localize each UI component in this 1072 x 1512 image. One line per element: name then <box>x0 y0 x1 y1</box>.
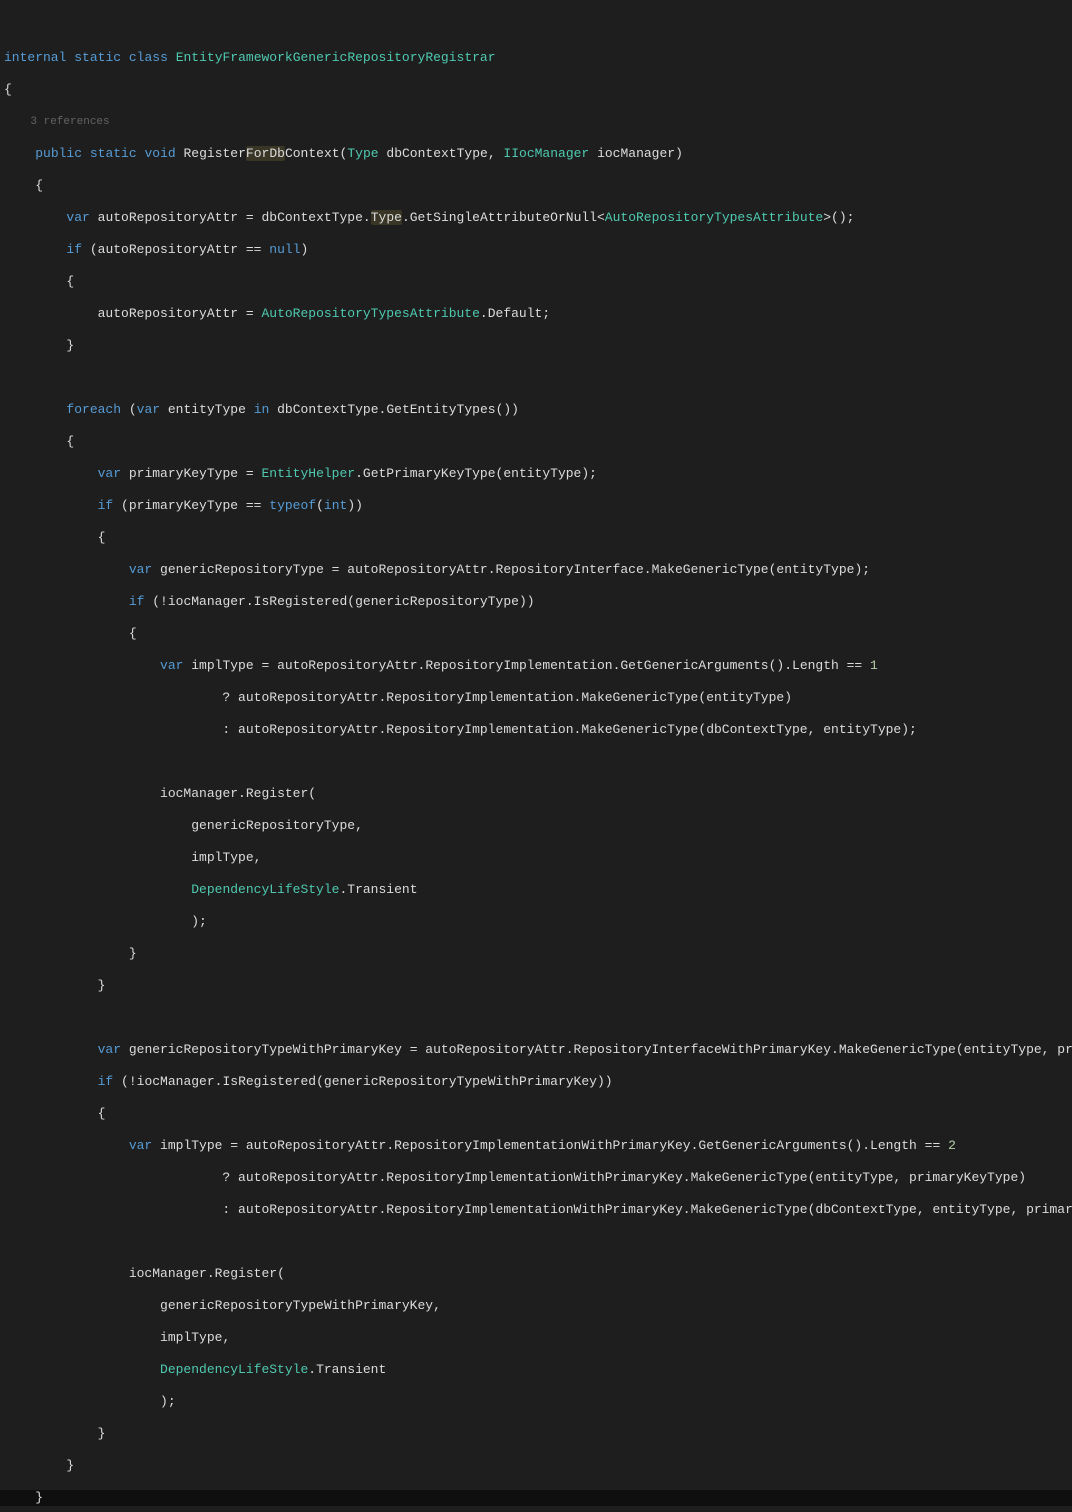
arg1: genericRepositoryType, <box>0 818 1072 834</box>
stmt-if-reg: if (!iocManager.IsRegistered(genericRepo… <box>0 594 1072 610</box>
stmt-tern4: : autoRepositoryAttr.RepositoryImplement… <box>0 1202 1072 1218</box>
brace: } <box>0 1458 1072 1474</box>
blank <box>0 1234 1072 1250</box>
blank <box>0 1010 1072 1026</box>
stmt-foreach: foreach (var entityType in dbContextType… <box>0 402 1072 418</box>
stmt-tern1: ? autoRepositoryAttr.RepositoryImplement… <box>0 690 1072 706</box>
arg-close: ); <box>0 914 1072 930</box>
stmt-impltype: var implType = autoRepositoryAttr.Reposi… <box>0 658 1072 674</box>
arg3b: DependencyLifeStyle.Transient <box>0 1362 1072 1378</box>
brace: { <box>0 274 1072 290</box>
arg1b: genericRepositoryTypeWithPrimaryKey, <box>0 1298 1072 1314</box>
arg2: implType, <box>0 850 1072 866</box>
arg3: DependencyLifeStyle.Transient <box>0 882 1072 898</box>
brace: } <box>0 338 1072 354</box>
brace: } <box>0 978 1072 994</box>
stmt-grtpk: var genericRepositoryTypeWithPrimaryKey … <box>0 1042 1072 1058</box>
stmt-if-reg2: if (!iocManager.IsRegistered(genericRepo… <box>0 1074 1072 1090</box>
stmt-tern3: ? autoRepositoryAttr.RepositoryImplement… <box>0 1170 1072 1186</box>
brace: } <box>0 946 1072 962</box>
stmt-grt: var genericRepositoryType = autoReposito… <box>0 562 1072 578</box>
brace-open: { <box>0 82 1072 98</box>
blank <box>0 754 1072 770</box>
stmt-impltype2: var implType = autoRepositoryAttr.Reposi… <box>0 1138 1072 1154</box>
stmt-if-null: if (autoRepositoryAttr == null) <box>0 242 1072 258</box>
brace: { <box>0 434 1072 450</box>
brace: { <box>0 178 1072 194</box>
class-decl: internal static class EntityFrameworkGen… <box>0 50 1072 66</box>
stmt-assign-default: autoRepositoryAttr = AutoRepositoryTypes… <box>0 306 1072 322</box>
brace-cursor[interactable]: } <box>0 1490 1072 1506</box>
blank <box>0 370 1072 386</box>
brace: { <box>0 530 1072 546</box>
stmt-if-int: if (primaryKeyType == typeof(int)) <box>0 498 1072 514</box>
arg2b: implType, <box>0 1330 1072 1346</box>
stmt-pk: var primaryKeyType = EntityHelper.GetPri… <box>0 466 1072 482</box>
brace: } <box>0 1426 1072 1442</box>
arg-close-b: ); <box>0 1394 1072 1410</box>
brace: { <box>0 626 1072 642</box>
stmt-register: iocManager.Register( <box>0 786 1072 802</box>
method-decl: public static void RegisterForDbContext(… <box>0 146 1072 162</box>
stmt-attr: var autoRepositoryAttr = dbContextType.T… <box>0 210 1072 226</box>
codelens-refs[interactable]: 3 references <box>0 114 1072 130</box>
brace: { <box>0 1106 1072 1122</box>
stmt-register2: iocManager.Register( <box>0 1266 1072 1282</box>
stmt-tern2: : autoRepositoryAttr.RepositoryImplement… <box>0 722 1072 738</box>
